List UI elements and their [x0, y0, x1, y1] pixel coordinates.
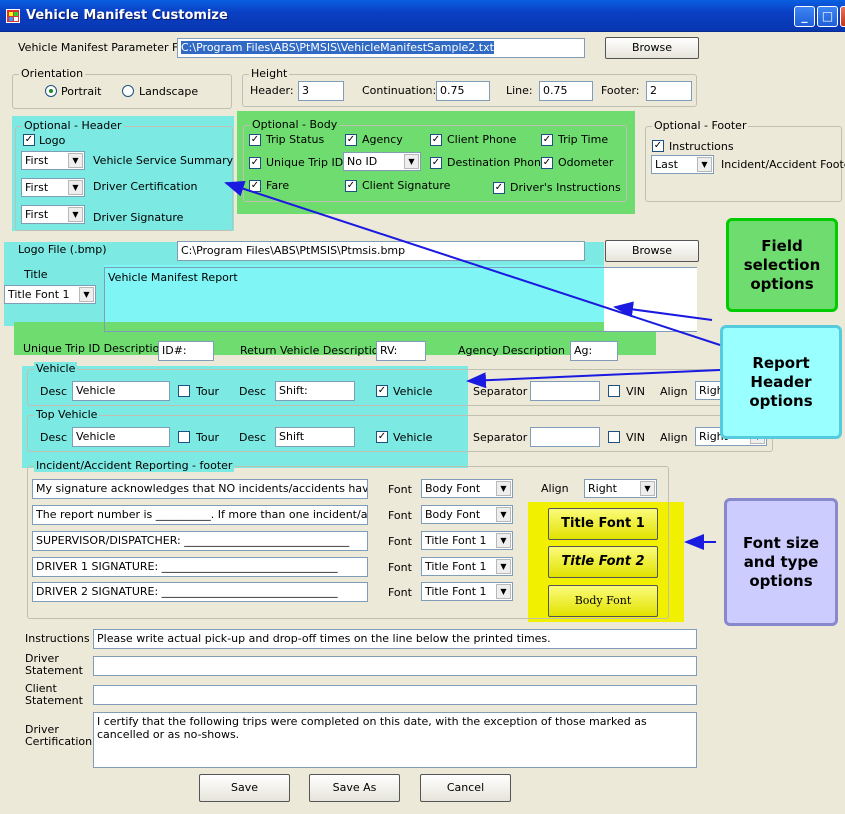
arrow-to-vehicle	[466, 369, 721, 389]
dialog-window: Vehicle Manifest Customize _ □ × Vehicle…	[0, 0, 845, 814]
arrow-to-header	[224, 181, 721, 346]
callout-arrows	[224, 181, 721, 550]
arrow-to-title	[613, 301, 713, 321]
